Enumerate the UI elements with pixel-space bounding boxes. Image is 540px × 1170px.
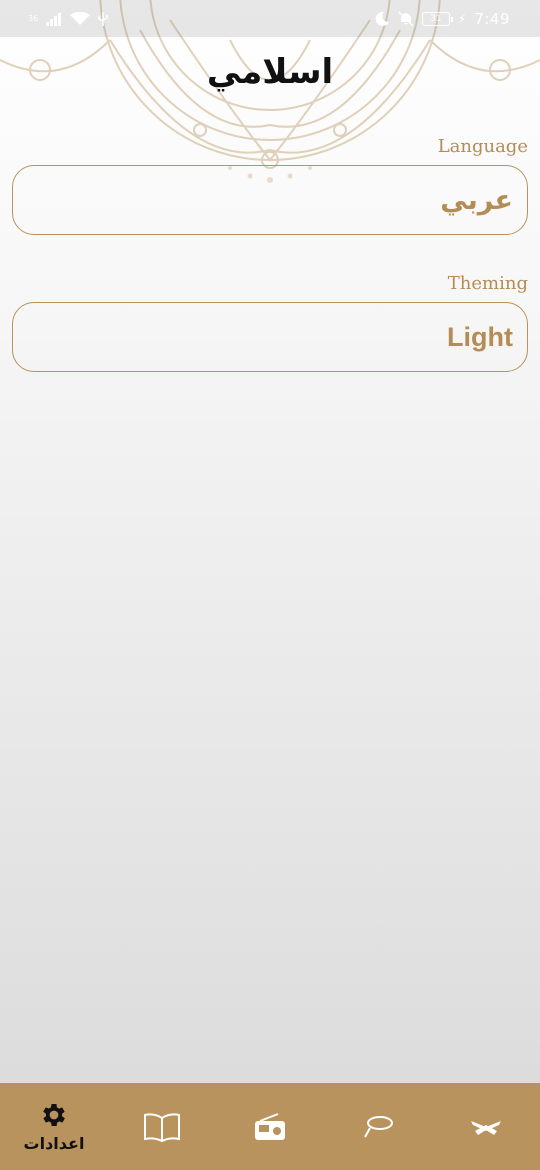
battery-level: 31 (430, 13, 442, 24)
theming-label: Theming (447, 273, 528, 294)
usb-icon (98, 11, 108, 26)
theming-select[interactable]: Light (12, 302, 528, 372)
status-bar: 36 31 ⚡ 7:49 (0, 0, 540, 37)
gear-icon (43, 1104, 65, 1126)
battery-icon: 31 (421, 11, 453, 26)
moon-icon (375, 11, 389, 26)
radio-icon (255, 1112, 285, 1140)
language-label: Language (437, 136, 528, 157)
book-icon (144, 1112, 180, 1142)
language-select[interactable]: عربي (12, 165, 528, 235)
bell-off-icon (398, 10, 414, 27)
nav-tasbeeh[interactable] (324, 1083, 432, 1170)
network-type: 36 (28, 14, 39, 23)
tasbeeh-icon (364, 1115, 393, 1137)
nav-quran[interactable] (432, 1083, 540, 1170)
quran-icon (471, 1120, 501, 1135)
bottom-nav: اعدادات (0, 1083, 540, 1170)
theming-value: Light (447, 321, 513, 352)
wifi-icon (70, 11, 91, 25)
status-left: 36 (28, 11, 108, 26)
nav-settings[interactable]: اعدادات (0, 1083, 108, 1170)
page-title: اسلامي (206, 52, 334, 92)
nav-settings-label: اعدادات (23, 1134, 85, 1153)
charging-icon: ⚡ (457, 11, 467, 26)
nav-radio[interactable] (216, 1083, 324, 1170)
status-right: 31 ⚡ 7:49 (374, 10, 510, 28)
language-value: عربي (440, 184, 513, 216)
clock: 7:49 (474, 9, 510, 28)
nav-hadith[interactable] (108, 1083, 216, 1170)
signal-icon (46, 12, 62, 26)
